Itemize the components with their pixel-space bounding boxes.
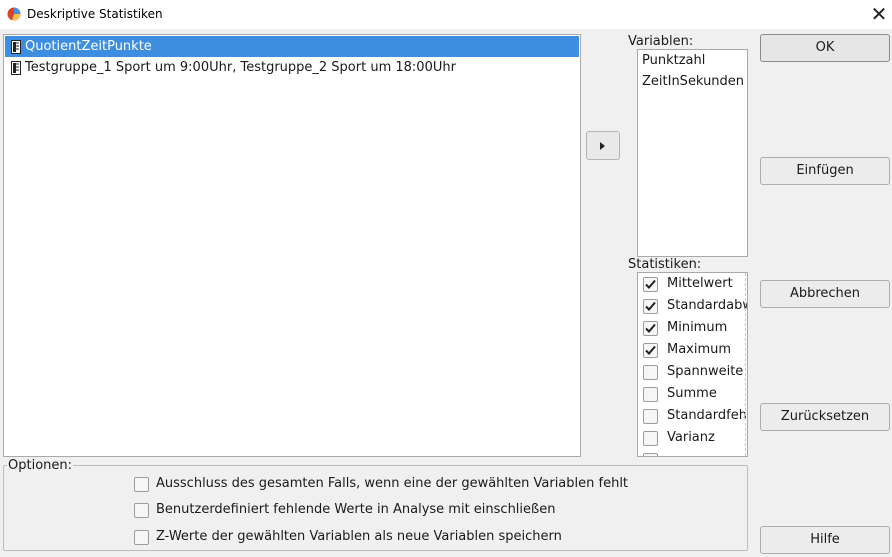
ruler-variable-icon bbox=[11, 60, 21, 75]
cancel-button[interactable]: Abbrechen bbox=[760, 280, 890, 308]
statistic-label: Maximum bbox=[667, 342, 732, 357]
checkbox[interactable] bbox=[643, 277, 658, 292]
checkbox[interactable] bbox=[643, 453, 658, 456]
app-logo-icon bbox=[7, 7, 21, 21]
source-variable-list[interactable]: QuotientZeitPunkte Testgruppe_1 Sport um… bbox=[3, 34, 581, 457]
statistic-label: Minimum bbox=[667, 320, 728, 335]
option-label: Ausschluss des gesamten Falls, wenn eine… bbox=[156, 476, 629, 491]
checkbox[interactable] bbox=[134, 530, 149, 545]
list-item[interactable]: ZeitInSekunden bbox=[642, 72, 744, 92]
statistic-option[interactable]: Standardfehl bbox=[642, 406, 748, 428]
statistic-option[interactable]: Maximum bbox=[642, 340, 747, 362]
checkbox[interactable] bbox=[134, 477, 149, 492]
checkbox[interactable] bbox=[643, 343, 658, 358]
list-scroll-edge bbox=[745, 273, 747, 456]
list-item-label: Testgruppe_1 Sport um 9:00Uhr, Testgrupp… bbox=[25, 60, 456, 75]
checkbox[interactable] bbox=[643, 431, 658, 446]
variables-list[interactable]: Punktzahl ZeitInSekunden bbox=[637, 49, 748, 257]
close-icon[interactable]: ✕ bbox=[866, 2, 892, 26]
option-label: Benutzerdefiniert fehlende Werte in Anal… bbox=[156, 502, 556, 517]
checkbox[interactable] bbox=[643, 409, 658, 424]
statistic-label: Standardabw bbox=[667, 298, 748, 313]
checkbox[interactable] bbox=[643, 387, 658, 402]
statistic-label: Summe bbox=[667, 386, 717, 401]
statistic-label: Varianz bbox=[667, 430, 715, 445]
variables-label: Variablen: bbox=[628, 34, 694, 49]
options-label: Optionen: bbox=[7, 458, 74, 473]
statistic-option[interactable]: Spannweite bbox=[642, 362, 747, 384]
paste-button[interactable]: Einfügen bbox=[760, 157, 890, 185]
statistic-label: Standardfehl bbox=[667, 408, 748, 423]
statistic-option[interactable]: Minimum bbox=[642, 318, 747, 340]
ruler-variable-icon bbox=[11, 39, 21, 54]
statistic-option[interactable]: Varianz bbox=[642, 428, 747, 450]
move-to-variables-button[interactable] bbox=[586, 131, 620, 160]
list-item[interactable]: QuotientZeitPunkte bbox=[5, 36, 579, 57]
ok-button[interactable]: OK bbox=[760, 34, 890, 62]
checkbox[interactable] bbox=[643, 321, 658, 336]
help-button[interactable]: Hilfe bbox=[760, 526, 890, 554]
statistic-option[interactable]: Summe bbox=[642, 384, 747, 406]
title-bar: Deskriptive Statistiken ✕ bbox=[0, 0, 892, 29]
checkbox[interactable] bbox=[643, 299, 658, 314]
statistics-list[interactable]: Mittelwert Standardabw Minimum Maximum Spann… bbox=[637, 272, 748, 457]
statistics-label: Statistiken: bbox=[628, 257, 702, 272]
option-label: Z-Werte der gewählten Variablen als neue… bbox=[156, 529, 562, 544]
list-item-label: QuotientZeitPunkte bbox=[25, 39, 152, 54]
statistic-option-partial[interactable] bbox=[642, 450, 747, 456]
reset-button[interactable]: Zurücksetzen bbox=[760, 403, 890, 431]
list-item[interactable]: Punktzahl bbox=[642, 51, 705, 71]
statistic-option[interactable]: Standardabw bbox=[642, 296, 748, 318]
window-title: Deskriptive Statistiken bbox=[27, 7, 163, 21]
checkbox[interactable] bbox=[134, 503, 149, 518]
arrow-right-icon bbox=[600, 142, 605, 150]
statistic-label: Mittelwert bbox=[667, 276, 733, 291]
statistic-label: Spannweite bbox=[667, 364, 744, 379]
checkbox[interactable] bbox=[643, 365, 658, 380]
statistic-option[interactable]: Mittelwert bbox=[642, 274, 747, 296]
list-item[interactable]: Testgruppe_1 Sport um 9:00Uhr, Testgrupp… bbox=[5, 57, 579, 78]
